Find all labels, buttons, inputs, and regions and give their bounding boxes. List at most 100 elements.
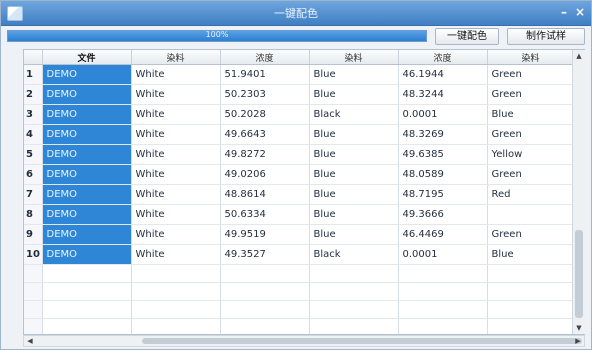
empty-cell[interactable] — [24, 300, 43, 319]
empty-cell[interactable] — [220, 300, 310, 319]
concentration-cell[interactable]: 49.3527 — [220, 244, 310, 265]
dye-cell[interactable]: White — [131, 204, 221, 225]
dye-cell[interactable]: Red — [487, 184, 575, 205]
dye-cell[interactable]: Blue — [309, 184, 399, 205]
concentration-cell[interactable]: 50.6334 — [220, 204, 310, 225]
concentration-cell[interactable]: 0.0001 — [398, 104, 488, 125]
column-header-concentration-2[interactable]: 浓度 — [398, 50, 488, 65]
file-cell[interactable]: DEMO — [42, 244, 132, 265]
dye-cell[interactable]: Blue — [309, 224, 399, 245]
dye-cell[interactable]: Blue — [309, 204, 399, 225]
empty-cell[interactable] — [309, 264, 399, 283]
concentration-cell[interactable]: 49.8272 — [220, 144, 310, 165]
row-number[interactable]: 9 — [24, 224, 43, 245]
empty-cell[interactable] — [24, 264, 43, 283]
dye-cell[interactable]: White — [131, 104, 221, 125]
color-match-button[interactable]: 一键配色 — [435, 28, 499, 45]
table-row[interactable]: 1 DEMO White 51.9401 Blue 46.1944 Green — [24, 64, 575, 85]
row-number[interactable]: 2 — [24, 84, 43, 105]
empty-cell[interactable] — [487, 318, 575, 334]
empty-cell[interactable] — [220, 264, 310, 283]
dye-cell[interactable]: Green — [487, 164, 575, 185]
concentration-cell[interactable]: 49.3666 — [398, 204, 488, 225]
table-row[interactable]: 10 DEMO White 49.3527 Black 0.0001 Blue — [24, 244, 575, 265]
dye-cell[interactable]: Yellow — [487, 144, 575, 165]
dye-cell[interactable]: White — [131, 164, 221, 185]
empty-cell[interactable] — [487, 264, 575, 283]
dye-cell[interactable]: Blue — [487, 104, 575, 125]
dye-cell[interactable]: Blue — [309, 84, 399, 105]
dye-cell[interactable] — [487, 204, 575, 225]
table-row[interactable]: 4 DEMO White 49.6643 Blue 48.3269 Green — [24, 124, 575, 145]
file-cell[interactable]: DEMO — [42, 64, 132, 85]
empty-cell[interactable] — [309, 318, 399, 334]
file-cell[interactable]: DEMO — [42, 204, 132, 225]
file-cell[interactable]: DEMO — [42, 84, 132, 105]
empty-cell[interactable] — [42, 264, 132, 283]
row-number[interactable]: 8 — [24, 204, 43, 225]
dye-cell[interactable]: White — [131, 144, 221, 165]
empty-cell[interactable] — [24, 282, 43, 301]
empty-cell[interactable] — [131, 282, 221, 301]
concentration-cell[interactable]: 0.0001 — [398, 244, 488, 265]
dye-cell[interactable]: Green — [487, 124, 575, 145]
file-cell[interactable]: DEMO — [42, 124, 132, 145]
scroll-up-icon[interactable]: ▲ — [573, 50, 585, 62]
title-bar[interactable]: 一键配色 – × — [1, 1, 591, 26]
file-cell[interactable]: DEMO — [42, 104, 132, 125]
horizontal-scroll-thumb[interactable] — [142, 338, 582, 344]
dye-cell[interactable]: Blue — [487, 244, 575, 265]
make-sample-button[interactable]: 制作试样 — [507, 28, 585, 45]
empty-cell[interactable] — [131, 264, 221, 283]
empty-cell[interactable] — [42, 282, 132, 301]
dye-cell[interactable]: White — [131, 124, 221, 145]
empty-row[interactable] — [24, 282, 575, 301]
column-header-dye-2[interactable]: 染料 — [309, 50, 399, 65]
dye-cell[interactable]: White — [131, 84, 221, 105]
dye-cell[interactable]: White — [131, 244, 221, 265]
row-number[interactable]: 1 — [24, 64, 43, 85]
row-number[interactable]: 10 — [24, 244, 43, 265]
empty-cell[interactable] — [220, 318, 310, 334]
empty-cell[interactable] — [309, 300, 399, 319]
column-header-file[interactable]: 文件 — [42, 50, 132, 65]
row-number[interactable]: 4 — [24, 124, 43, 145]
dye-cell[interactable]: Green — [487, 224, 575, 245]
scroll-left-icon[interactable]: ◀ — [24, 336, 36, 346]
concentration-cell[interactable]: 48.8614 — [220, 184, 310, 205]
concentration-cell[interactable]: 46.4469 — [398, 224, 488, 245]
concentration-cell[interactable]: 48.7195 — [398, 184, 488, 205]
empty-cell[interactable] — [131, 318, 221, 334]
empty-cell[interactable] — [487, 300, 575, 319]
row-number[interactable]: 3 — [24, 104, 43, 125]
dye-cell[interactable]: Blue — [309, 64, 399, 85]
empty-cell[interactable] — [24, 318, 43, 334]
empty-row[interactable] — [24, 318, 575, 334]
concentration-cell[interactable]: 49.9519 — [220, 224, 310, 245]
column-header-dye-1[interactable]: 染料 — [131, 50, 221, 65]
table-row[interactable]: 5 DEMO White 49.8272 Blue 49.6385 Yellow — [24, 144, 575, 165]
empty-cell[interactable] — [398, 300, 488, 319]
empty-cell[interactable] — [131, 300, 221, 319]
concentration-cell[interactable]: 51.9401 — [220, 64, 310, 85]
concentration-cell[interactable]: 49.6643 — [220, 124, 310, 145]
empty-cell[interactable] — [42, 318, 132, 334]
table-row[interactable]: 3 DEMO White 50.2028 Black 0.0001 Blue — [24, 104, 575, 125]
dye-cell[interactable]: Green — [487, 84, 575, 105]
dye-cell[interactable]: Black — [309, 244, 399, 265]
column-header-dye-3[interactable]: 染料 — [487, 50, 575, 65]
column-header-concentration-1[interactable]: 浓度 — [220, 50, 310, 65]
empty-cell[interactable] — [309, 282, 399, 301]
file-cell[interactable]: DEMO — [42, 144, 132, 165]
concentration-cell[interactable]: 49.6385 — [398, 144, 488, 165]
table-row[interactable]: 9 DEMO White 49.9519 Blue 46.4469 Green — [24, 224, 575, 245]
concentration-cell[interactable]: 49.0206 — [220, 164, 310, 185]
scroll-down-icon[interactable]: ▼ — [573, 322, 585, 334]
minimize-icon[interactable]: – — [557, 6, 571, 19]
horizontal-scrollbar[interactable]: ◀ ▶ — [23, 335, 585, 347]
dye-cell[interactable]: White — [131, 224, 221, 245]
close-icon[interactable]: × — [573, 6, 587, 19]
empty-cell[interactable] — [398, 318, 488, 334]
row-number[interactable]: 7 — [24, 184, 43, 205]
concentration-cell[interactable]: 48.3269 — [398, 124, 488, 145]
